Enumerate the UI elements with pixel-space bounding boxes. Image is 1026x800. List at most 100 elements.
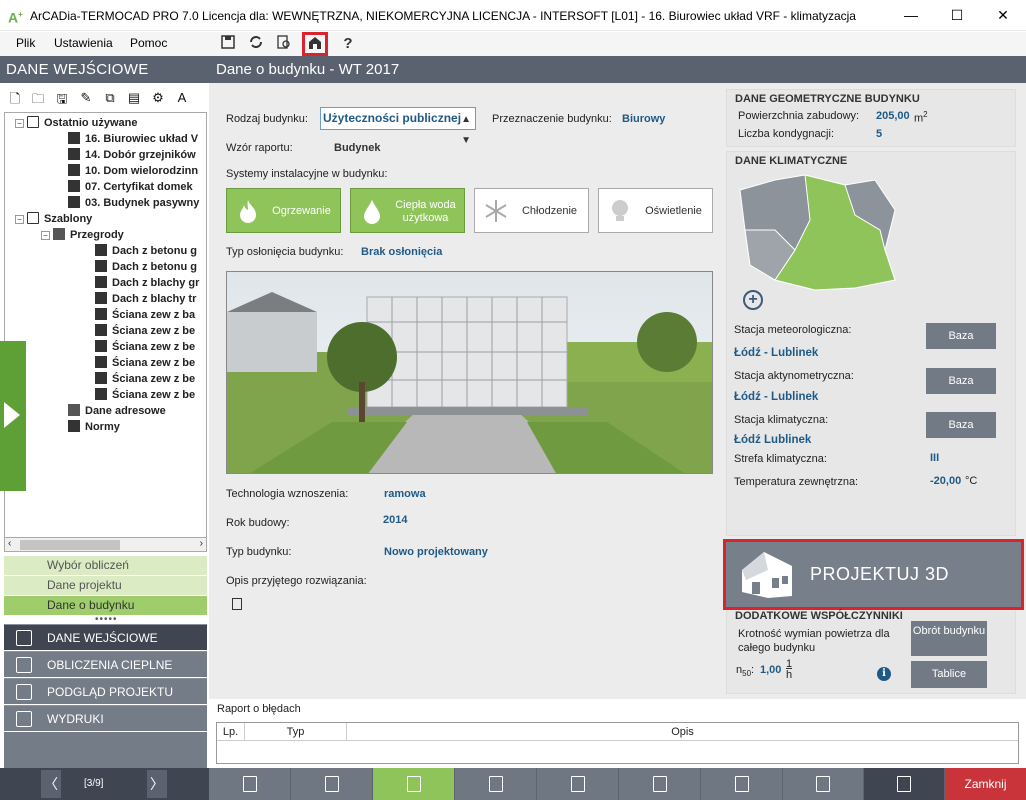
projektuj-3d-button[interactable]: PROJEKTUJ 3D [723, 539, 1024, 610]
meteo-value[interactable]: Łódź - Lublinek [734, 347, 818, 359]
floors-value[interactable]: 5 [876, 128, 882, 140]
system-chlodzenie-button[interactable]: Chłodzenie [474, 188, 589, 233]
report-icon[interactable]: ▤ [125, 90, 143, 108]
tree-item[interactable]: Ściana zew z be [95, 339, 195, 355]
tree-node-norms[interactable]: Normy [68, 419, 120, 435]
technologia-value[interactable]: ramowa [384, 488, 426, 500]
akty-value[interactable]: Łódź - Lublinek [734, 391, 818, 403]
bottom-edit-button[interactable] [209, 768, 291, 800]
col-header-lp[interactable]: Lp. [217, 723, 245, 741]
close-window-button[interactable]: ✕ [980, 0, 1026, 31]
menu-ustawienia[interactable]: Ustawienia [54, 36, 113, 50]
system-oswietlenie-button[interactable]: Oświetlenie [598, 188, 713, 233]
project-tree[interactable]: − Ostatnio używane 16. Biurowiec układ V … [4, 112, 207, 537]
printer-icon [16, 711, 32, 727]
tree-node-addresses[interactable]: Dane adresowe [68, 403, 166, 419]
nav-podglad-projektu[interactable]: PODGLĄD PROJEKTU [4, 678, 207, 704]
maximize-button[interactable]: ☐ [934, 0, 980, 31]
tree-item[interactable]: Dach z betonu g [95, 243, 197, 259]
tree-item[interactable]: Ściana zew z be [95, 355, 195, 371]
tree-item[interactable]: 03. Budynek pasywny [68, 195, 199, 211]
nav-wydruki[interactable]: WYDRUKI [4, 705, 207, 731]
nav-obliczenia-cieplne[interactable]: OBLICZENIA CIEPLNE [4, 651, 207, 677]
bottom-calc1-button[interactable] [455, 768, 537, 800]
zamknij-button[interactable]: Zamknij [945, 768, 1026, 800]
info-icon[interactable]: i [877, 667, 891, 681]
temp-unit: °C [965, 475, 978, 487]
tree-node-templates[interactable]: − Szablony [15, 211, 92, 227]
col-header-opis[interactable]: Opis [347, 723, 1018, 741]
rok-value[interactable]: 2014 [383, 514, 407, 526]
menu-bar: Plik Ustawienia Pomoc ? [0, 32, 1026, 56]
bottom-edit2-button[interactable] [291, 768, 373, 800]
oslona-value[interactable]: Brak osłonięcia [361, 246, 442, 258]
bottom-preview1-button[interactable] [701, 768, 783, 800]
new-file-icon[interactable]: 🗋 [6, 90, 24, 108]
new-folder-icon[interactable]: 🗀 [29, 90, 47, 108]
menu-plik[interactable]: Plik [16, 36, 35, 50]
typ-value[interactable]: Nowo projektowany [384, 546, 488, 558]
baza-akty-button[interactable]: Baza [926, 368, 996, 394]
scroll-left-icon[interactable]: ‹ [8, 538, 11, 549]
tree-item[interactable]: 16. Biurowiec układ V [68, 131, 198, 147]
tree-item[interactable]: Dach z blachy gr [95, 275, 199, 291]
bottom-preview2-button[interactable] [783, 768, 864, 800]
tree-item[interactable]: Dach z blachy tr [95, 291, 196, 307]
tablice-button[interactable]: Tablice [911, 661, 987, 688]
bottom-calc3-button[interactable] [619, 768, 701, 800]
rodzaj-budynku-select[interactable]: Użyteczności publicznej ▲ ▼ [320, 107, 476, 146]
tree-item[interactable]: Ściana zew z ba [95, 307, 195, 323]
system-ogrzewanie-button[interactable]: Ogrzewanie [226, 188, 341, 233]
baza-meteo-button[interactable]: Baza [926, 323, 996, 349]
save-icon[interactable] [218, 35, 238, 53]
preview-icon[interactable] [274, 35, 294, 53]
przeznaczenie-value[interactable]: Biurowy [622, 113, 665, 125]
bottom-print-button[interactable] [864, 768, 945, 800]
subnav-dane-projektu[interactable]: Dane projektu [4, 576, 207, 595]
rename-icon[interactable]: A [173, 90, 191, 108]
system-cwu-button[interactable]: Ciepła woda użytkowa [350, 188, 465, 233]
menu-pomoc[interactable]: Pomoc [130, 36, 167, 50]
klim-value[interactable]: Łódź Lublinek [734, 434, 811, 446]
temp-value[interactable]: -20,00 [930, 475, 961, 487]
projektuj-3d-toolbar-icon[interactable] [302, 32, 328, 56]
edit-icon[interactable]: ✎ [77, 90, 95, 108]
bottom-calc2-button[interactable] [537, 768, 619, 800]
tree-item[interactable]: Ściana zew z be [95, 371, 195, 387]
baza-klim-button[interactable]: Baza [926, 412, 996, 438]
bottom-building-button[interactable] [373, 768, 455, 800]
tree-item[interactable]: 14. Dobór grzejników [68, 147, 196, 163]
note-icon[interactable] [232, 598, 242, 610]
scrollbar-thumb[interactable] [20, 540, 120, 550]
tree-item[interactable]: Dach z betonu g [95, 259, 197, 275]
save-icon[interactable]: 🖫 [53, 90, 71, 108]
pager-prev-button[interactable]: 〈 [41, 770, 61, 798]
krotnosc-label: Krotność wymian powietrza dla całego bud… [738, 628, 890, 654]
wzor-value[interactable]: Budynek [334, 142, 380, 154]
pager-next-button[interactable]: 〉 [147, 770, 167, 798]
climate-zone-map[interactable] [735, 170, 900, 295]
obrot-budynku-button[interactable]: Obrót budynku [911, 621, 987, 656]
col-header-typ[interactable]: Typ [245, 723, 347, 741]
strefa-value[interactable]: III [930, 452, 939, 464]
tree-item[interactable]: 07. Certyfikat domek [68, 179, 193, 195]
n50-value[interactable]: 1,00 [760, 664, 781, 676]
subnav-dane-o-budynku[interactable]: Dane o budynku [4, 596, 207, 615]
minimize-button[interactable]: — [888, 0, 934, 31]
tree-node-recent[interactable]: − Ostatnio używane [15, 115, 138, 131]
area-value[interactable]: 205,00 [876, 110, 910, 122]
tree-node-partitions[interactable]: − Przegrody [41, 227, 124, 243]
tree-item[interactable]: 10. Dom wielorodzinn [68, 163, 198, 179]
subnav-wybor-obliczen[interactable]: Wybór obliczeń [4, 556, 207, 575]
settings-icon[interactable]: ⚙ [149, 90, 167, 108]
error-report-table[interactable]: Lp. Typ Opis [216, 722, 1019, 764]
copy-icon[interactable]: ⧉ [101, 90, 119, 108]
nav-dane-wejsciowe[interactable]: DANE WEJŚCIOWE [4, 624, 207, 650]
add-zone-button[interactable]: + [743, 290, 763, 310]
scroll-right-icon[interactable]: › [200, 538, 203, 549]
tree-horizontal-scrollbar[interactable]: ‹ › [4, 537, 207, 552]
help-icon[interactable]: ? [338, 35, 358, 53]
refresh-icon[interactable] [246, 35, 266, 53]
tree-item[interactable]: Ściana zew z be [95, 323, 195, 339]
tree-item[interactable]: Ściana zew z be [95, 387, 195, 403]
